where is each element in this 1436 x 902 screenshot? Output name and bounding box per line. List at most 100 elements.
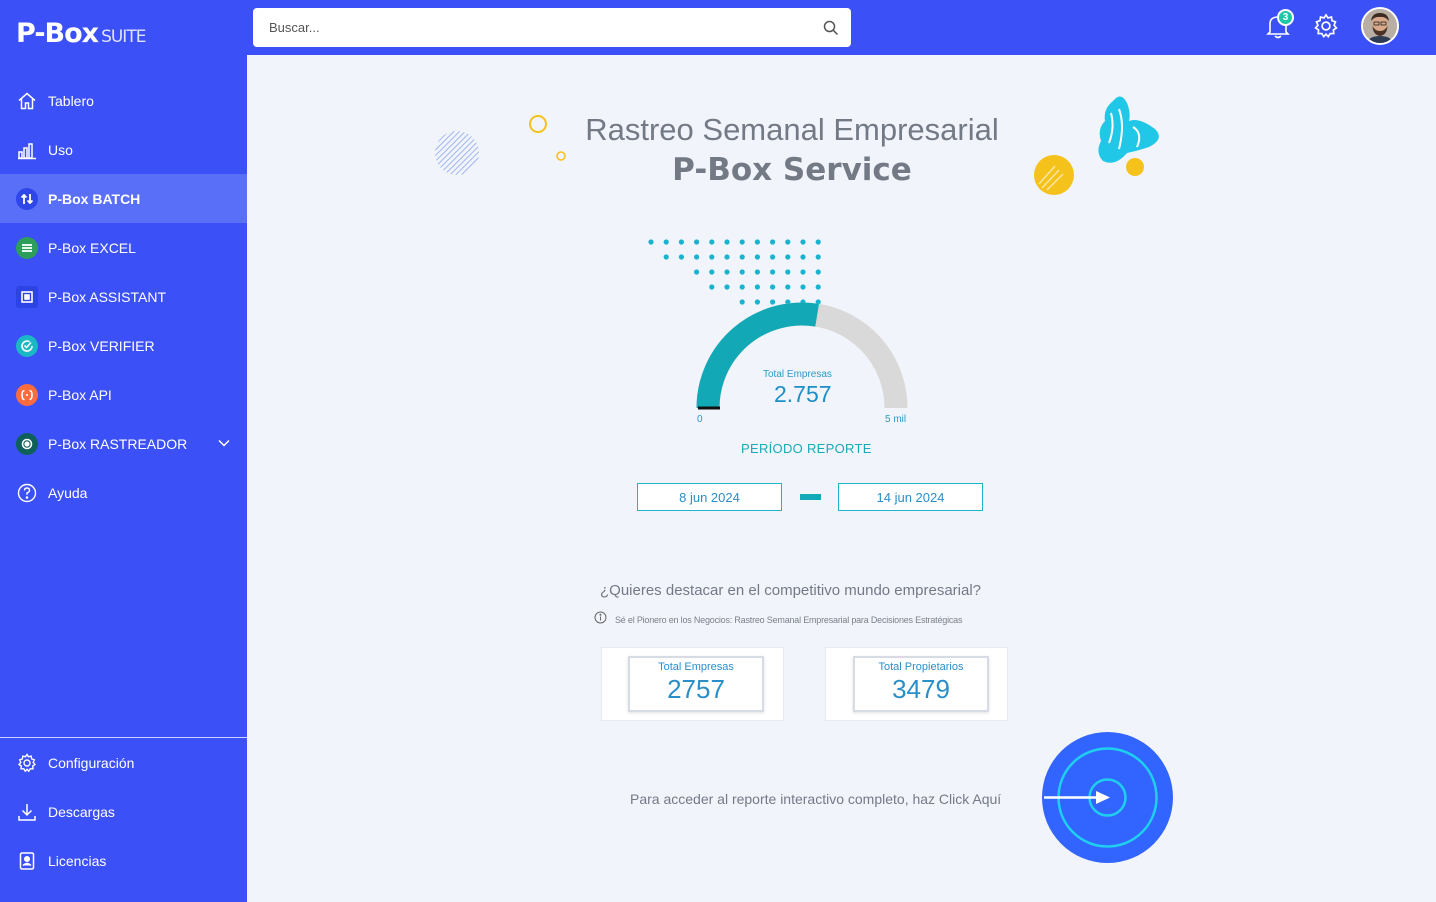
striped-circle-icon — [435, 131, 479, 175]
card-label: Total Propietarios — [878, 661, 964, 673]
sidebar-item-pbox-verifier[interactable]: P-Box VERIFIER — [0, 321, 247, 370]
report-title: Rastreo Semanal Empresarial — [585, 112, 999, 147]
decor-dot — [770, 284, 776, 290]
chevron-down-icon[interactable] — [217, 436, 231, 453]
badge-card-icon — [16, 850, 38, 872]
sidebar-item-pbox-rastreador[interactable]: P-Box RASTREADOR — [0, 419, 247, 468]
date-start-field[interactable]: 8 jun 2024 — [637, 483, 782, 511]
gauge-value: 2.757 — [774, 381, 832, 407]
period-label: PERÍODO REPORTE — [741, 441, 872, 456]
settings-gear-icon[interactable] — [1313, 13, 1339, 39]
decor-dot — [785, 269, 791, 275]
sidebar-bottom-nav: Configuración Descargas Licencias — [0, 738, 247, 885]
access-report-button[interactable] — [1042, 732, 1173, 863]
decor-dot — [815, 284, 821, 290]
decor-dot — [709, 254, 715, 260]
decor-dot — [709, 269, 715, 275]
decor-dot — [815, 239, 821, 245]
sidebar-item-label: Descargas — [48, 803, 115, 820]
notification-badge: 3 — [1277, 9, 1294, 26]
sidebar-item-label: P-Box VERIFIER — [48, 337, 155, 354]
sidebar-item-licencias[interactable]: Licencias — [0, 836, 247, 885]
sidebar-item-label: P-Box RASTREADOR — [48, 435, 188, 452]
decor-dot — [724, 239, 730, 245]
sidebar-item-pbox-excel[interactable]: P-Box EXCEL — [0, 223, 247, 272]
promo-subtitle: Sé el Pionero en los Negocios: Rastreo S… — [615, 615, 963, 625]
help-icon — [16, 482, 38, 504]
decor-dot — [709, 239, 715, 245]
sidebar-item-label: P-Box EXCEL — [48, 239, 136, 256]
decor-dot — [739, 239, 745, 245]
user-avatar[interactable] — [1361, 7, 1399, 45]
sidebar-nav: Tablero Uso P-Box BATCH P-Box EXCEL P-Bo… — [0, 76, 247, 517]
decor-dot — [785, 284, 791, 290]
decor-dot — [815, 254, 821, 260]
decor-dot — [770, 254, 776, 260]
sidebar-item-label: Configuración — [48, 754, 135, 771]
top-bar: 3 — [247, 0, 1436, 55]
search-input[interactable] — [253, 8, 811, 47]
decor-dot — [724, 269, 730, 275]
logo-sub-text: SUITE — [101, 27, 146, 47]
info-icon — [594, 611, 607, 629]
promo-question: ¿Quieres destacar en el competitivo mund… — [600, 582, 982, 599]
decor-dot — [724, 284, 730, 290]
yellow-circle-icon — [1034, 155, 1074, 195]
square-frame-icon — [16, 285, 38, 308]
app-logo[interactable]: P-Box SUITE — [16, 18, 146, 49]
sidebar-item-descargas[interactable]: Descargas — [0, 787, 247, 836]
total-empresas-card: Total Empresas 2757 — [601, 647, 784, 721]
target-arrow-icon — [1044, 747, 1158, 848]
search-box — [253, 8, 851, 47]
sidebar: P-Box SUITE Tablero Uso P-Box BATCH P-Bo… — [0, 0, 247, 902]
access-report-link[interactable]: Para acceder al reporte interactivo comp… — [630, 791, 1001, 807]
check-circle-icon — [16, 334, 38, 357]
sidebar-item-tablero[interactable]: Tablero — [0, 76, 247, 125]
code-brackets-icon — [16, 383, 38, 406]
card-label: Total Empresas — [658, 661, 734, 673]
decor-dot — [754, 269, 760, 275]
download-icon — [16, 801, 38, 823]
small-ring-icon — [556, 151, 566, 161]
decor-dot — [648, 239, 654, 245]
sidebar-item-pbox-batch[interactable]: P-Box BATCH — [0, 174, 247, 223]
sidebar-item-label: P-Box ASSISTANT — [48, 288, 166, 305]
search-icon[interactable] — [811, 8, 851, 47]
sidebar-item-ayuda[interactable]: Ayuda — [0, 468, 247, 517]
card-box: Total Propietarios 3479 — [853, 656, 989, 712]
gauge-min-label: 0 — [697, 414, 703, 425]
gauge-label: Total Empresas — [763, 369, 832, 380]
decor-dot — [770, 269, 776, 275]
sidebar-item-label: Uso — [48, 141, 73, 158]
bar-chart-icon — [16, 139, 38, 161]
decor-dot — [800, 239, 806, 245]
card-value: 3479 — [892, 674, 950, 704]
date-range-dash — [800, 494, 821, 500]
sidebar-item-label: Licencias — [48, 852, 107, 869]
list-lines-icon — [16, 236, 38, 259]
swap-arrows-icon — [16, 187, 38, 210]
card-box: Total Empresas 2757 — [628, 656, 764, 712]
decor-dot — [770, 239, 776, 245]
sidebar-item-label: Tablero — [48, 92, 94, 109]
sidebar-item-pbox-assistant[interactable]: P-Box ASSISTANT — [0, 272, 247, 321]
decor-dot — [694, 239, 700, 245]
sidebar-item-label: P-Box API — [48, 386, 112, 403]
date-end-field[interactable]: 14 jun 2024 — [838, 483, 983, 511]
report-content: Rastreo Semanal Empresarial P-Box Servic… — [247, 55, 1436, 902]
decor-dot — [739, 284, 745, 290]
decor-dot — [815, 269, 821, 275]
sidebar-item-uso[interactable]: Uso — [0, 125, 247, 174]
sidebar-item-pbox-api[interactable]: P-Box API — [0, 370, 247, 419]
decor-dot — [800, 254, 806, 260]
sidebar-item-label: Ayuda — [48, 484, 88, 501]
decor-dot — [724, 254, 730, 260]
gear-icon — [16, 752, 38, 774]
decor-dot — [754, 254, 760, 260]
decor-dot — [694, 269, 700, 275]
ring-icon — [529, 115, 547, 133]
decor-dot — [709, 284, 715, 290]
sidebar-item-configuracion[interactable]: Configuración — [0, 738, 247, 787]
decor-dot — [800, 269, 806, 275]
decor-dot — [694, 254, 700, 260]
